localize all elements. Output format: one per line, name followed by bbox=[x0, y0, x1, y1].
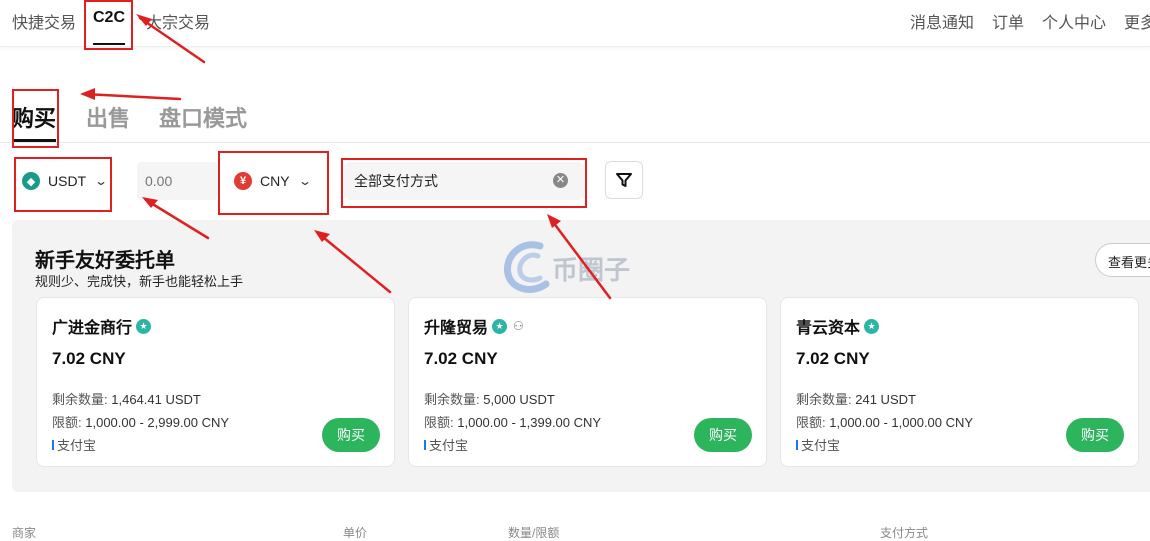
buy-button[interactable]: 购买 bbox=[322, 418, 380, 452]
limit-range: 1,000.00 - 2,999.00 CNY bbox=[85, 415, 230, 430]
merchant-card: 广进金商行 ★ 7.02 CNY 剩余数量: 1,464.41 USDT 限额:… bbox=[36, 297, 395, 467]
nav-quick-trade[interactable]: 快捷交易 bbox=[12, 9, 76, 33]
nav-c2c[interactable]: C2C bbox=[93, 9, 125, 27]
tabs-divider bbox=[0, 142, 1150, 143]
col-quantity-limit: 数量/限额 bbox=[508, 526, 560, 540]
panel-title: 新手友好委托单 bbox=[35, 250, 175, 272]
payment-method: 支付宝 bbox=[801, 438, 841, 453]
buy-button[interactable]: 购买 bbox=[694, 418, 752, 452]
limit-range: 1,000.00 - 1,399.00 CNY bbox=[457, 415, 602, 430]
payment-indicator bbox=[424, 439, 426, 450]
filter-icon bbox=[616, 173, 632, 187]
unit-price: 7.02 CNY bbox=[424, 349, 498, 368]
fiat-select[interactable]: ¥ CNY ⌄ bbox=[226, 162, 326, 200]
remaining-amount: 1,464.41 USDT bbox=[111, 392, 201, 407]
tab-orderbook-mode[interactable]: 盘口模式 bbox=[159, 101, 247, 133]
remaining-label: 剩余数量: bbox=[52, 392, 108, 407]
view-more-button[interactable]: 查看更多 bbox=[1095, 243, 1150, 277]
col-price: 单价 bbox=[343, 526, 368, 540]
remaining-amount: 241 USDT bbox=[855, 392, 916, 407]
coin-select[interactable]: ◆ USDT ⌄ bbox=[14, 162, 112, 200]
remaining-label: 剩余数量: bbox=[424, 392, 480, 407]
amount-input[interactable] bbox=[137, 162, 217, 200]
buy-button[interactable]: 购买 bbox=[1066, 418, 1124, 452]
chevron-down-icon: ⌄ bbox=[94, 174, 109, 188]
merchant-card: 升隆贸易 ★ ⚇ 7.02 CNY 剩余数量: 5,000 USDT 限额: 1… bbox=[408, 297, 767, 467]
payment-method: 支付宝 bbox=[57, 438, 97, 453]
limit-range: 1,000.00 - 1,000.00 CNY bbox=[829, 415, 974, 430]
users-icon: ⚇ bbox=[513, 319, 524, 333]
nav-notifications[interactable]: 消息通知 bbox=[910, 9, 974, 33]
payment-method-select[interactable]: 全部支付方式 ✕ bbox=[344, 162, 584, 200]
merchant-name: 升隆贸易 bbox=[424, 320, 489, 337]
remaining-amount: 5,000 USDT bbox=[483, 392, 555, 407]
cny-icon: ¥ bbox=[234, 172, 252, 190]
remaining-label: 剩余数量: bbox=[796, 392, 852, 407]
nav-more[interactable]: 更多 bbox=[1124, 9, 1150, 33]
nav-orders[interactable]: 订单 bbox=[992, 9, 1024, 33]
limit-label: 限额: bbox=[424, 415, 454, 430]
verified-icon: ★ bbox=[136, 318, 152, 334]
filter-button[interactable] bbox=[605, 161, 643, 199]
chevron-down-icon: ⌄ bbox=[297, 174, 312, 188]
coin-select-value: USDT bbox=[48, 173, 87, 189]
top-nav: 快捷交易 C2C 大宗交易 消息通知 订单 个人中心 更多 bbox=[0, 0, 1150, 47]
usdt-icon: ◆ bbox=[22, 172, 40, 190]
merchant-name: 广进金商行 bbox=[52, 320, 133, 337]
col-merchant: 商家 bbox=[12, 526, 37, 540]
fiat-select-value: CNY bbox=[260, 173, 290, 189]
payment-indicator bbox=[52, 439, 54, 450]
clear-icon[interactable]: ✕ bbox=[553, 173, 568, 188]
verified-icon: ★ bbox=[864, 318, 880, 334]
verified-icon: ★ bbox=[492, 318, 508, 334]
merchant-card: 青云资本 ★ 7.02 CNY 剩余数量: 241 USDT 限额: 1,000… bbox=[780, 297, 1139, 467]
payment-method-value: 全部支付方式 bbox=[354, 173, 438, 189]
panel-subtitle: 规则少、完成快，新手也能轻松上手 bbox=[35, 274, 244, 289]
col-payment: 支付方式 bbox=[880, 526, 929, 540]
limit-label: 限额: bbox=[796, 415, 826, 430]
tab-buy[interactable]: 购买 bbox=[12, 101, 56, 133]
unit-price: 7.02 CNY bbox=[796, 349, 870, 368]
c2c-active-underline bbox=[93, 43, 125, 45]
payment-indicator bbox=[796, 439, 798, 450]
nav-block-trade[interactable]: 大宗交易 bbox=[146, 9, 210, 33]
payment-method: 支付宝 bbox=[429, 438, 469, 453]
tab-sell[interactable]: 出售 bbox=[86, 101, 130, 133]
unit-price: 7.02 CNY bbox=[52, 349, 126, 368]
limit-label: 限额: bbox=[52, 415, 82, 430]
merchant-name: 青云资本 bbox=[796, 320, 861, 337]
nav-profile[interactable]: 个人中心 bbox=[1042, 9, 1106, 33]
